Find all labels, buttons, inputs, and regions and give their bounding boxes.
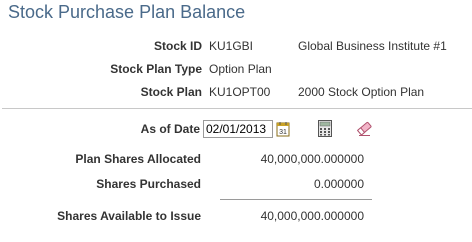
stock-plan-type-label: Stock Plan Type [110, 62, 202, 76]
calendar-icon[interactable]: 31 [276, 121, 290, 137]
eraser-icon[interactable] [356, 120, 373, 137]
stock-id-value: KU1GBI [209, 39, 254, 53]
calculator-icon[interactable] [318, 120, 332, 137]
as-of-date-label: As of Date [140, 122, 200, 136]
sum-line [220, 199, 372, 200]
stock-id-description: Global Business Institute #1 [298, 39, 447, 53]
svg-text:31: 31 [279, 129, 287, 136]
stock-plan-value: KU1OPT00 [209, 85, 271, 99]
stock-plan-label: Stock Plan [140, 85, 202, 99]
plan-shares-allocated-label: Plan Shares Allocated [75, 152, 201, 166]
shares-available-label: Shares Available to Issue [57, 209, 201, 223]
stock-plan-type-value: Option Plan [209, 62, 272, 76]
plan-shares-allocated-value: 40,000,000.000000 [260, 152, 364, 166]
as-of-date-input[interactable] [203, 120, 273, 138]
stock-id-label: Stock ID [153, 39, 202, 53]
shares-purchased-value: 0.000000 [313, 177, 364, 191]
section-divider [2, 108, 472, 109]
shares-purchased-label: Shares Purchased [96, 177, 201, 191]
shares-available-value: 40,000,000.000000 [260, 209, 364, 223]
stock-plan-description: 2000 Stock Option Plan [298, 85, 425, 99]
page-title: Stock Purchase Plan Balance [8, 2, 246, 22]
